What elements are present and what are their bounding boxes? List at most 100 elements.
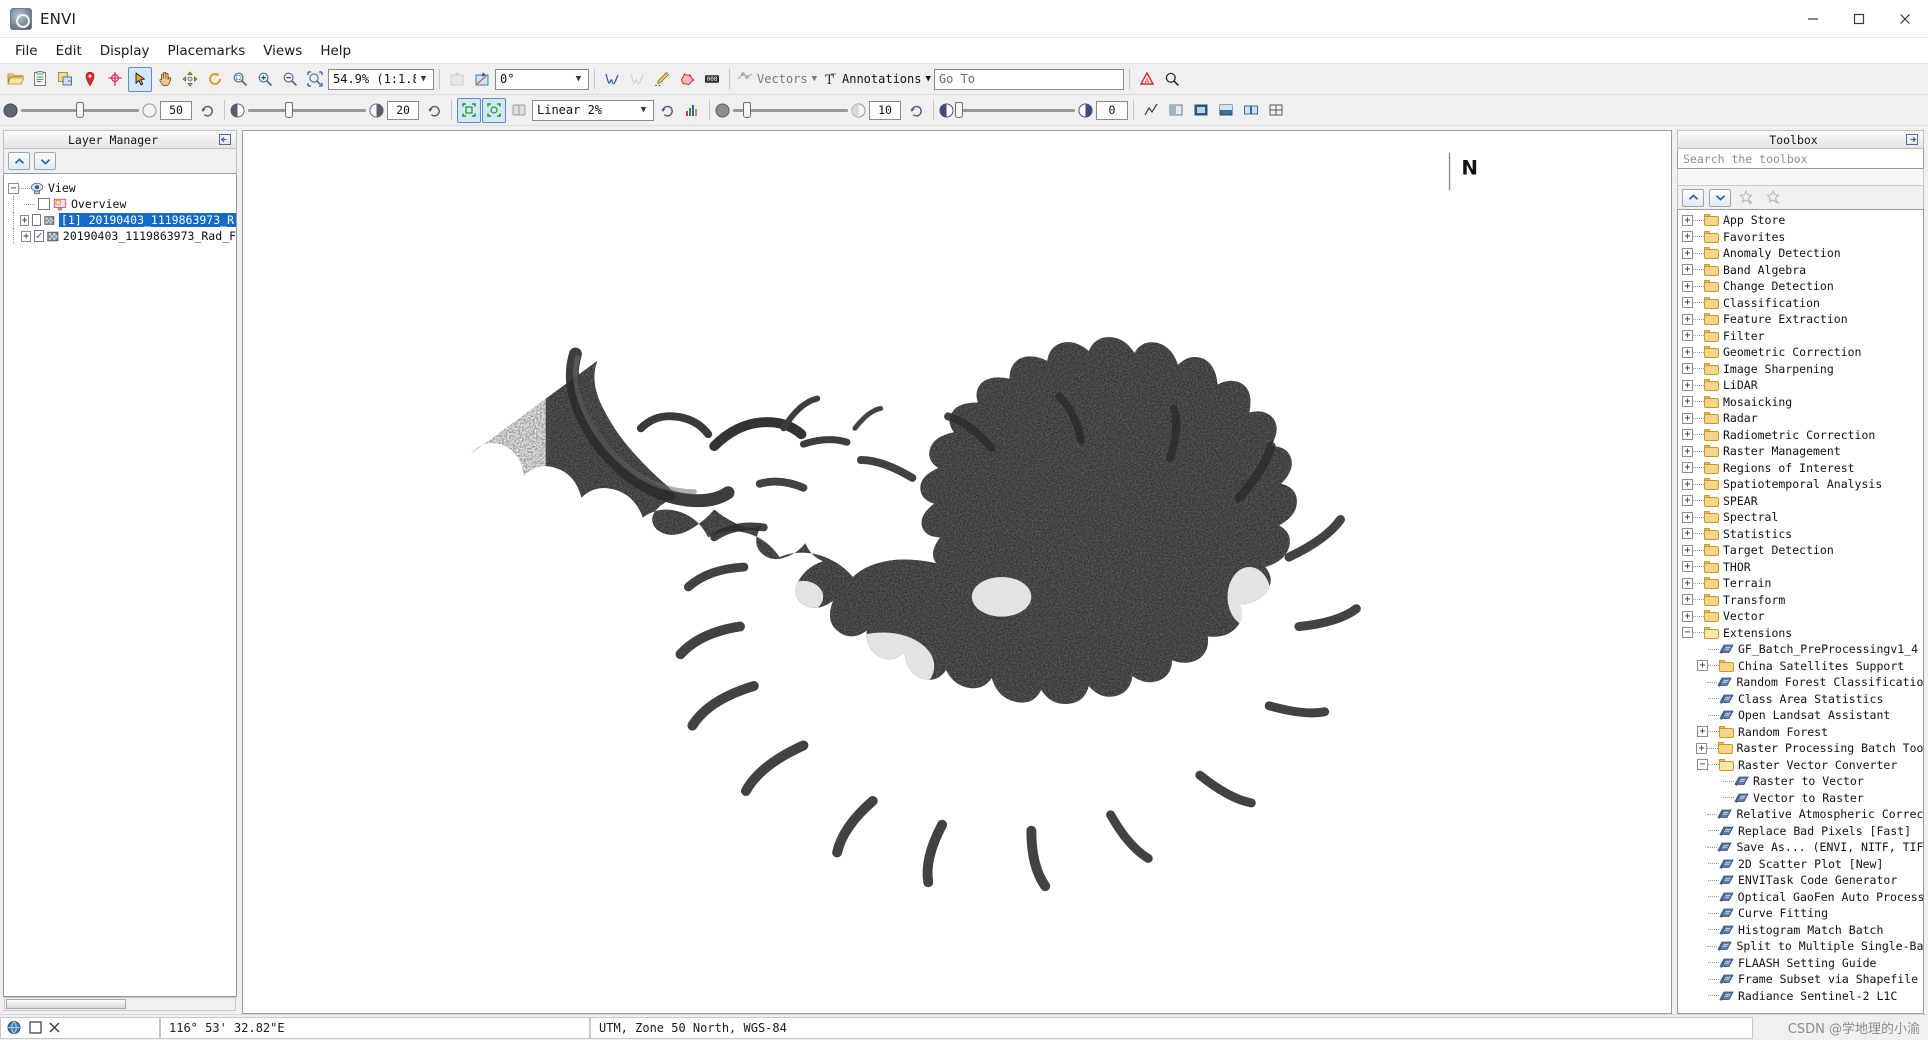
expander-plus-icon[interactable]: + bbox=[1682, 247, 1693, 259]
toolbox-item[interactable]: + Spectral bbox=[1678, 509, 1923, 526]
toolbox-item[interactable]: + Classification bbox=[1678, 295, 1923, 312]
expander-plus-icon[interactable]: + bbox=[1682, 610, 1693, 622]
toolbox-item[interactable]: FLAASH Setting Guide bbox=[1678, 955, 1923, 972]
toolbox-item[interactable]: Replace Bad Pixels [Fast] bbox=[1678, 823, 1923, 840]
expander-plus-icon[interactable]: + bbox=[1682, 313, 1693, 325]
zoom-out-icon[interactable] bbox=[278, 67, 302, 92]
image-blend-icon[interactable] bbox=[1189, 98, 1213, 123]
zoom-to-selection-icon[interactable] bbox=[303, 67, 327, 92]
fly-icon[interactable] bbox=[178, 67, 202, 92]
expander-plus-icon[interactable]: + bbox=[1682, 478, 1693, 490]
toolbox-item[interactable]: + Terrain bbox=[1678, 575, 1923, 592]
toolbox-item[interactable]: Histogram Match Batch bbox=[1678, 922, 1923, 939]
layer-tree-row-raster-2[interactable]: + 20190403_1119863973_Rad_F bbox=[4, 228, 236, 244]
expander-plus-icon[interactable]: + bbox=[1682, 577, 1693, 589]
toolbox-item[interactable]: + THOR bbox=[1678, 559, 1923, 576]
layer-visibility-checkbox[interactable] bbox=[31, 214, 42, 226]
crosshair-icon[interactable] bbox=[103, 67, 127, 92]
histogram-icon[interactable] bbox=[680, 98, 704, 123]
chevron-down-icon[interactable]: ▼ bbox=[416, 74, 431, 84]
stop-status-icon[interactable] bbox=[29, 1021, 42, 1034]
sharpness-control[interactable]: 10 bbox=[715, 98, 928, 123]
toolbox-item[interactable]: + Feature Extraction bbox=[1678, 311, 1923, 328]
toolbox-item[interactable]: 2D Scatter Plot [New] bbox=[1678, 856, 1923, 873]
zoom-fit-icon[interactable] bbox=[228, 67, 252, 92]
expander-plus-icon[interactable]: + bbox=[1697, 660, 1708, 672]
move-layer-up-button[interactable] bbox=[8, 152, 30, 170]
toolbox-item[interactable]: ENVITask Code Generator bbox=[1678, 872, 1923, 889]
scrollbar-thumb[interactable] bbox=[6, 999, 126, 1009]
brightness-value[interactable]: 50 bbox=[160, 100, 192, 120]
image-flicker-icon[interactable] bbox=[1214, 98, 1238, 123]
toolbox-item[interactable]: + Spatiotemporal Analysis bbox=[1678, 476, 1923, 493]
layer-tree-row-view[interactable]: − View bbox=[4, 180, 236, 196]
sharpness-value[interactable]: 10 bbox=[869, 100, 901, 120]
chevron-down-icon[interactable]: ▼ bbox=[925, 74, 930, 84]
stretch-type-combo[interactable]: Linear 2% ▼ bbox=[532, 99, 654, 121]
layer-visibility-checkbox[interactable] bbox=[38, 198, 50, 210]
expander-plus-icon[interactable]: + bbox=[1682, 462, 1693, 474]
toolbox-search-input[interactable]: Search the toolbox bbox=[1677, 149, 1924, 169]
collapse-panel-icon[interactable] bbox=[1905, 133, 1919, 146]
goto-input[interactable]: Go To bbox=[933, 68, 1124, 90]
sharpness-slider[interactable] bbox=[733, 101, 848, 118]
transparency-slider[interactable] bbox=[955, 101, 1075, 118]
toolbox-item[interactable]: + Random Forest bbox=[1678, 724, 1923, 741]
toolbox-tree[interactable]: + App Store + Favorites + Anomaly Detection + B… bbox=[1677, 209, 1924, 1014]
toolbox-item[interactable]: Radiance Sentinel-2 L1C bbox=[1678, 988, 1923, 1005]
move-up-button[interactable] bbox=[1682, 188, 1704, 207]
menu-file[interactable]: File bbox=[6, 40, 47, 62]
region-of-interest-pencil-icon[interactable] bbox=[650, 67, 674, 92]
alert-a-icon[interactable]: A bbox=[1135, 67, 1159, 92]
close-icon[interactable] bbox=[1882, 0, 1928, 38]
expander-plus-icon[interactable]: + bbox=[1682, 528, 1693, 540]
toolbox-item[interactable]: + Radiometric Correction bbox=[1678, 427, 1923, 444]
transparency-control[interactable]: 0 bbox=[939, 100, 1128, 120]
chevron-down-icon[interactable]: ▼ bbox=[636, 105, 651, 115]
menu-display[interactable]: Display bbox=[91, 40, 159, 62]
brightness-control[interactable]: 50 bbox=[3, 98, 219, 123]
toolbox-item[interactable]: Open Landsat Assistant bbox=[1678, 707, 1923, 724]
expander-plus-icon[interactable]: + bbox=[1696, 742, 1707, 754]
chevron-down-icon[interactable]: ▼ bbox=[812, 74, 817, 84]
expander-minus-icon[interactable]: − bbox=[8, 182, 19, 194]
toolbox-item[interactable]: + Change Detection bbox=[1678, 278, 1923, 295]
add-favorite-button[interactable] bbox=[1736, 189, 1758, 207]
maximize-icon[interactable] bbox=[1836, 0, 1882, 38]
layer-visibility-checkbox[interactable] bbox=[33, 230, 45, 242]
move-down-button[interactable] bbox=[1709, 188, 1731, 207]
toolbox-item[interactable]: GF_Batch_PreProcessingv1_4 bbox=[1678, 641, 1923, 658]
layer-tree[interactable]: − View Overview + [1] 20190403_111986397… bbox=[3, 173, 237, 997]
brightness-reset-icon[interactable] bbox=[195, 98, 219, 123]
search-icon[interactable] bbox=[1160, 67, 1184, 92]
zoom-in-icon[interactable] bbox=[253, 67, 277, 92]
contrast-slider-thumb[interactable] bbox=[285, 101, 294, 118]
expander-plus-icon[interactable]: + bbox=[1682, 379, 1693, 391]
stretch-on-view-icon[interactable] bbox=[457, 97, 481, 123]
toolbox-item[interactable]: Class Area Statistics bbox=[1678, 691, 1923, 708]
toolbox-item[interactable]: Frame Subset via Shapefile bbox=[1678, 971, 1923, 988]
expander-plus-icon[interactable]: + bbox=[1682, 264, 1693, 276]
expander-plus-icon[interactable]: + bbox=[1682, 346, 1693, 358]
expander-plus-icon[interactable]: + bbox=[1682, 214, 1693, 226]
expander-minus-icon[interactable]: − bbox=[1682, 627, 1693, 639]
toolbox-item[interactable]: + LiDAR bbox=[1678, 377, 1923, 394]
toolbox-item[interactable]: + Vector bbox=[1678, 608, 1923, 625]
toolbox-item[interactable]: Raster to Vector bbox=[1678, 773, 1923, 790]
expander-plus-icon[interactable]: + bbox=[1682, 280, 1693, 292]
transparency-value[interactable]: 0 bbox=[1096, 100, 1128, 120]
map-canvas[interactable]: N bbox=[242, 130, 1672, 1014]
contrast-control[interactable]: 20 bbox=[230, 98, 446, 123]
expander-plus-icon[interactable]: + bbox=[21, 230, 31, 242]
sharpness-reset-icon[interactable] bbox=[904, 98, 928, 123]
contrast-value[interactable]: 20 bbox=[387, 100, 419, 120]
toolbox-item[interactable]: Relative Atmospheric Correct bbox=[1678, 806, 1923, 823]
toolbox-item[interactable]: Split to Multiple Single-Ban bbox=[1678, 938, 1923, 955]
close-status-icon[interactable] bbox=[48, 1021, 61, 1034]
chip-rotate-north-icon[interactable] bbox=[470, 67, 494, 92]
layer-tree-row-overview[interactable]: Overview bbox=[4, 196, 236, 212]
spectral-profile-icon[interactable] bbox=[625, 67, 649, 92]
toolbox-item[interactable]: − Extensions bbox=[1678, 625, 1923, 642]
placemark-icon[interactable] bbox=[78, 67, 102, 92]
expander-plus-icon[interactable]: + bbox=[1682, 363, 1693, 375]
